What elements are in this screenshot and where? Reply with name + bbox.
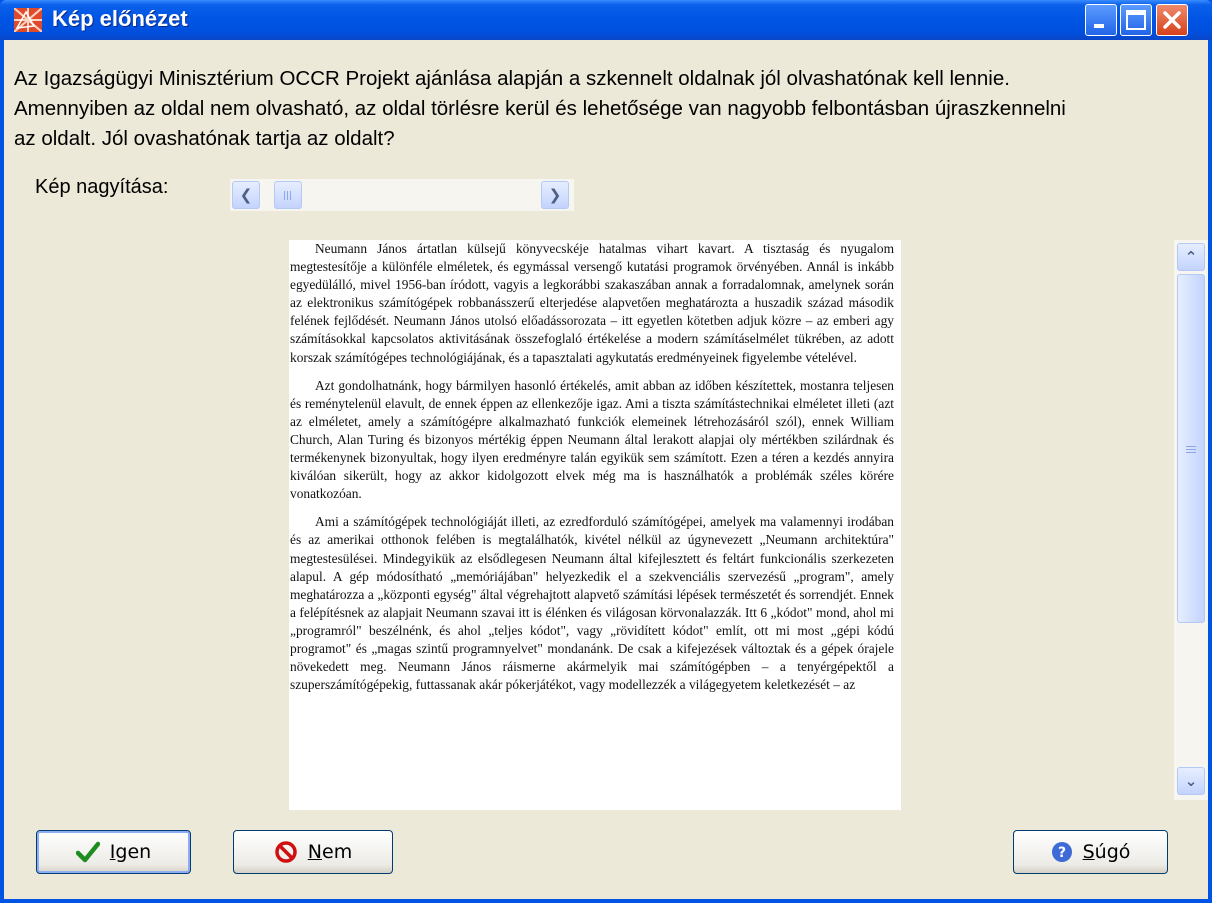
scanned-page-image: Neumann János ártatlan külsejű könyvecsk… bbox=[289, 240, 901, 810]
zoom-slider-thumb[interactable] bbox=[274, 181, 302, 209]
no-button-label: Nem bbox=[308, 841, 352, 863]
message-line: Az Igazságügyi Minisztérium OCCR Projekt… bbox=[14, 67, 1010, 90]
help-button-label: Súgó bbox=[1083, 841, 1131, 863]
dialog-client-area: Az Igazságügyi Minisztérium OCCR Projekt… bbox=[4, 40, 1208, 899]
chevron-right-icon: ❯ bbox=[548, 186, 562, 204]
help-button[interactable]: ? Súgó bbox=[1013, 830, 1168, 874]
paragraph-text: Neumann János ártatlan külsejű könyvecsk… bbox=[290, 241, 894, 365]
no-accelerator: N bbox=[307, 841, 322, 863]
minimize-icon bbox=[1094, 24, 1104, 28]
image-preview-area[interactable]: Neumann János ártatlan külsejű könyvecsk… bbox=[14, 234, 1196, 810]
maximize-icon bbox=[1126, 10, 1146, 30]
yes-button[interactable]: Igen bbox=[36, 830, 191, 874]
dialog-window: Kép előnézet Az Igazságügyi Minisztérium… bbox=[0, 0, 1212, 903]
scroll-up-button[interactable]: ⌃ bbox=[1177, 243, 1205, 271]
yes-label-rest: gen bbox=[115, 841, 152, 863]
scrollbar-thumb[interactable] bbox=[1177, 274, 1205, 623]
help-label-rest: úgó bbox=[1094, 841, 1131, 863]
zoom-label: Kép nagyítása: bbox=[35, 176, 169, 198]
close-icon bbox=[1163, 11, 1181, 29]
minimize-button[interactable] bbox=[1085, 4, 1117, 36]
no-button[interactable]: Nem bbox=[233, 830, 393, 874]
no-label-rest: em bbox=[322, 841, 353, 863]
zoom-decrease-button[interactable]: ❮ bbox=[232, 181, 260, 209]
no-entry-icon bbox=[275, 841, 297, 863]
message-line: Amennyiben az oldal nem olvasható, az ol… bbox=[14, 97, 1066, 120]
yes-button-label: Igen bbox=[110, 841, 151, 863]
paragraph-text: Ami a számítógépek technológiáját illeti… bbox=[290, 514, 894, 693]
help-icon: ? bbox=[1051, 842, 1072, 862]
zoom-increase-button[interactable]: ❯ bbox=[541, 181, 569, 209]
window-title: Kép előnézet bbox=[52, 6, 188, 31]
checkmark-icon bbox=[75, 841, 100, 863]
scanned-paragraph: Ami a számítógépek technológiáját illeti… bbox=[289, 513, 901, 694]
preview-vertical-scrollbar[interactable]: ⌃ ⌄ bbox=[1174, 240, 1208, 800]
zoom-slider[interactable]: ❮ ❯ bbox=[230, 179, 574, 211]
scanned-paragraph: Neumann János ártatlan külsejű könyvecsk… bbox=[289, 240, 901, 367]
svg-text:?: ? bbox=[1058, 845, 1066, 861]
chevron-left-icon: ❮ bbox=[239, 186, 253, 204]
message-line: az oldalt. Jól ovashatónak tartja az old… bbox=[14, 127, 395, 150]
scroll-down-button[interactable]: ⌄ bbox=[1177, 767, 1205, 795]
chevron-up-icon: ⌃ bbox=[1184, 248, 1198, 266]
chevron-down-icon: ⌄ bbox=[1184, 772, 1198, 790]
help-accelerator: S bbox=[1082, 841, 1095, 863]
paragraph-text: Azt gondolhatnánk, hogy bármilyen hasonl… bbox=[290, 377, 894, 502]
grip-icon bbox=[284, 191, 293, 200]
grip-icon bbox=[1186, 444, 1196, 453]
title-bar[interactable]: Kép előnézet bbox=[0, 0, 1212, 40]
message-text: Az Igazságügyi Minisztérium OCCR Projekt… bbox=[14, 64, 1206, 154]
close-button[interactable] bbox=[1156, 4, 1188, 36]
app-map-icon bbox=[14, 8, 42, 32]
scanned-paragraph: Azt gondolhatnánk, hogy bármilyen hasonl… bbox=[289, 377, 901, 504]
maximize-button[interactable] bbox=[1120, 4, 1152, 36]
